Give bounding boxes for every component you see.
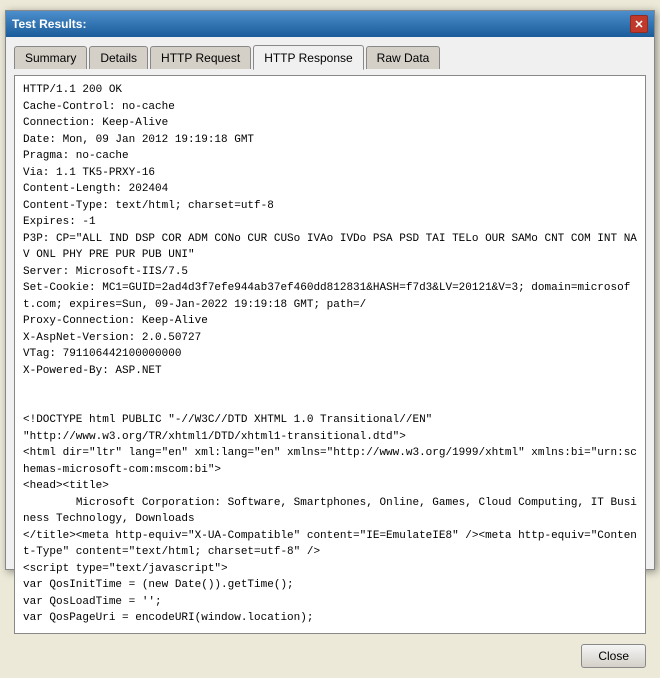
- tab-raw-data[interactable]: Raw Data: [366, 46, 441, 69]
- window-title: Test Results:: [12, 17, 86, 31]
- tab-details[interactable]: Details: [89, 46, 148, 69]
- tab-bar: Summary Details HTTP Request HTTP Respon…: [14, 45, 646, 69]
- close-button[interactable]: Close: [581, 644, 646, 668]
- footer: Close: [14, 640, 646, 670]
- test-results-window: Test Results: ✕ Summary Details HTTP Req…: [5, 10, 655, 570]
- window-close-button[interactable]: ✕: [630, 15, 648, 33]
- window-body: Summary Details HTTP Request HTTP Respon…: [6, 37, 654, 678]
- title-bar: Test Results: ✕: [6, 11, 654, 37]
- tab-http-request[interactable]: HTTP Request: [150, 46, 251, 69]
- content-area: HTTP/1.1 200 OK Cache-Control: no-cache …: [14, 75, 646, 634]
- tab-summary[interactable]: Summary: [14, 46, 87, 69]
- tab-http-response[interactable]: HTTP Response: [253, 45, 363, 70]
- response-content[interactable]: HTTP/1.1 200 OK Cache-Control: no-cache …: [15, 76, 645, 633]
